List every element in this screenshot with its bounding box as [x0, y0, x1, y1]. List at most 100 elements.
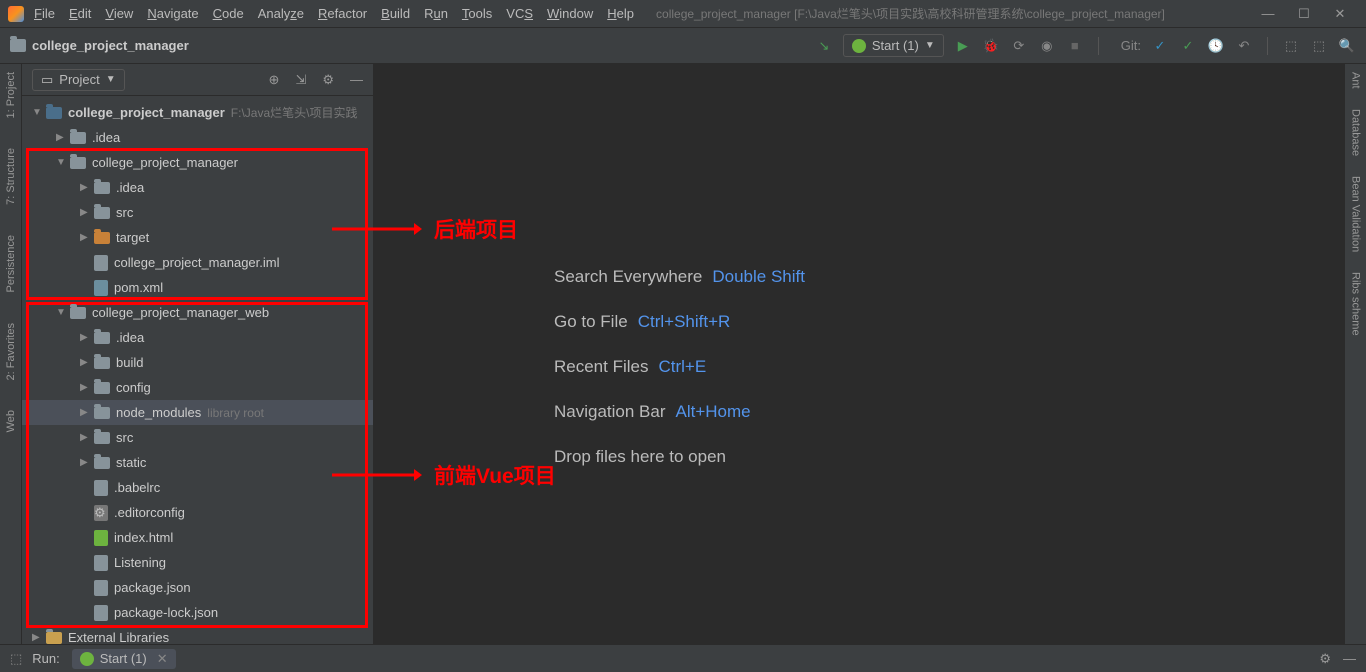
- hint-gotofile: Go to File: [554, 312, 628, 331]
- gutter-bean-validation[interactable]: Bean Validation: [1350, 176, 1362, 252]
- ide-settings-icon[interactable]: ⬚: [1282, 37, 1300, 55]
- close-tab-icon[interactable]: ✕: [157, 651, 168, 667]
- maximize-icon[interactable]: ☐: [1286, 6, 1322, 22]
- tree-build[interactable]: ▶build: [22, 350, 373, 375]
- tree-src2[interactable]: ▶src: [22, 425, 373, 450]
- tree-external-libs[interactable]: ▶External Libraries: [22, 625, 373, 644]
- gutter-database[interactable]: Database: [1350, 109, 1362, 156]
- hint-recent-key: Ctrl+E: [658, 357, 706, 376]
- hint-recent: Recent Files: [554, 357, 648, 376]
- run-play-icon[interactable]: ▶: [954, 37, 972, 55]
- annotation-arrow-frontend: 前端Vue项目: [332, 460, 556, 490]
- menu-analyze[interactable]: Analyze: [258, 6, 304, 21]
- tree-packagejson[interactable]: package.json: [22, 575, 373, 600]
- tree-babelrc[interactable]: .babelrc: [22, 475, 373, 500]
- tree-idea3[interactable]: ▶.idea: [22, 325, 373, 350]
- tree-editorconfig[interactable]: ⚙.editorconfig: [22, 500, 373, 525]
- menu-window[interactable]: Window: [547, 6, 593, 21]
- tree-packagelockjson[interactable]: package-lock.json: [22, 600, 373, 625]
- tree-config[interactable]: ▶config: [22, 375, 373, 400]
- gutter-ribs[interactable]: Ribs scheme: [1350, 272, 1362, 336]
- project-tree[interactable]: ▼ college_project_manager F:\Java烂笔头\项目实…: [22, 96, 373, 644]
- project-view-icon: ▭: [41, 72, 53, 88]
- run-tab-label: Start (1): [100, 651, 147, 666]
- gutter-favorites[interactable]: 2: Favorites: [5, 323, 17, 380]
- menu-build[interactable]: Build: [381, 6, 410, 21]
- annotation-arrow-backend: 后端项目: [332, 214, 518, 244]
- editor-area[interactable]: 后端项目 前端Vue项目 Search EverywhereDouble Shi…: [374, 64, 1344, 644]
- git-history-icon[interactable]: 🕓: [1207, 37, 1225, 55]
- tree-module-frontend[interactable]: ▼college_project_manager_web: [22, 300, 373, 325]
- hammer-build-icon[interactable]: ↘: [815, 37, 833, 55]
- app-logo-icon: [8, 6, 24, 22]
- close-icon[interactable]: ✕: [1322, 6, 1358, 22]
- tree-indexhtml[interactable]: index.html: [22, 525, 373, 550]
- menu-tools[interactable]: Tools: [462, 6, 492, 21]
- status-bar: ⬚ Run: Start (1) ✕ ⚙ —: [0, 644, 1366, 672]
- menu-vcs[interactable]: VCS: [506, 6, 533, 21]
- menu-run[interactable]: Run: [424, 6, 448, 21]
- gear-icon[interactable]: ⚙: [322, 72, 334, 88]
- tree-module-backend[interactable]: ▼college_project_manager: [22, 150, 373, 175]
- search-icon[interactable]: 🔍: [1338, 37, 1356, 55]
- locate-icon[interactable]: ⊕: [269, 72, 280, 88]
- run-config-label: Start (1): [872, 38, 919, 53]
- debug-bug-icon[interactable]: 🐞: [982, 37, 1000, 55]
- tree-nodemodules[interactable]: ▶node_moduleslibrary root: [22, 400, 373, 425]
- tree-src1[interactable]: ▶src: [22, 200, 373, 225]
- git-commit-icon[interactable]: ✓: [1179, 37, 1197, 55]
- git-revert-icon[interactable]: ↶: [1235, 37, 1253, 55]
- menu-navigate[interactable]: Navigate: [147, 6, 198, 21]
- tree-idea1[interactable]: ▶.idea: [22, 125, 373, 150]
- hide-panel-icon[interactable]: —: [1343, 651, 1356, 666]
- menu-help[interactable]: Help: [607, 6, 634, 21]
- tree-idea2[interactable]: ▶.idea: [22, 175, 373, 200]
- tree-listening[interactable]: Listening: [22, 550, 373, 575]
- hide-icon[interactable]: —: [350, 72, 363, 88]
- profiler-icon[interactable]: ◉: [1038, 37, 1056, 55]
- ide-structure-icon[interactable]: ⬚: [1310, 37, 1328, 55]
- gear-icon[interactable]: ⚙: [1319, 651, 1331, 667]
- gutter-ant[interactable]: Ant: [1350, 72, 1362, 89]
- annotation-label-backend: 后端项目: [434, 214, 518, 244]
- title-bar: File Edit View Navigate Code Analyze Ref…: [0, 0, 1366, 28]
- chevron-down-icon: ▼: [106, 74, 116, 85]
- tree-iml[interactable]: college_project_manager.iml: [22, 250, 373, 275]
- menu-code[interactable]: Code: [213, 6, 244, 21]
- menu-view[interactable]: View: [105, 6, 133, 21]
- spring-icon: [80, 652, 94, 666]
- run-tab[interactable]: Start (1) ✕: [72, 649, 176, 669]
- tree-target[interactable]: ▶target: [22, 225, 373, 250]
- run-configuration-dropdown[interactable]: Start (1) ▼: [843, 34, 944, 57]
- gutter-structure[interactable]: 7: Structure: [5, 148, 17, 205]
- project-sidebar: ▭ Project ▼ ⊕ ⇲ ⚙ — ▼ college_project_ma…: [22, 64, 374, 644]
- tree-pom[interactable]: pom.xml: [22, 275, 373, 300]
- chevron-down-icon: ▼: [925, 40, 935, 51]
- menu-edit[interactable]: Edit: [69, 6, 91, 21]
- project-view-dropdown[interactable]: ▭ Project ▼: [32, 69, 125, 91]
- minimize-icon[interactable]: —: [1250, 6, 1286, 22]
- tree-root[interactable]: ▼ college_project_manager F:\Java烂笔头\项目实…: [22, 100, 373, 125]
- gutter-web[interactable]: Web: [5, 410, 17, 432]
- vcs-label: Git:: [1121, 38, 1141, 53]
- expand-all-icon[interactable]: ⇲: [295, 72, 306, 88]
- tree-static[interactable]: ▶static: [22, 450, 373, 475]
- hint-drop: Drop files here to open: [554, 447, 726, 466]
- coverage-icon[interactable]: ⟳: [1010, 37, 1028, 55]
- annotation-label-frontend: 前端Vue项目: [434, 460, 556, 490]
- tool-window-button-icon[interactable]: ⬚: [10, 651, 22, 667]
- breadcrumb[interactable]: college_project_manager: [32, 38, 189, 53]
- hint-search-key: Double Shift: [712, 267, 805, 286]
- menu-refactor[interactable]: Refactor: [318, 6, 367, 21]
- hint-navbar: Navigation Bar: [554, 402, 666, 421]
- menu-file[interactable]: File: [34, 6, 55, 21]
- project-path: college_project_manager [F:\Java烂笔头\项目实践…: [656, 5, 1165, 22]
- project-view-label: Project: [59, 72, 99, 87]
- git-pull-icon[interactable]: ✓: [1151, 37, 1169, 55]
- gutter-persistence[interactable]: Persistence: [5, 235, 17, 292]
- spring-icon: [852, 39, 866, 53]
- right-tool-gutter: Ant Database Bean Validation Ribs scheme: [1344, 64, 1366, 644]
- stop-icon[interactable]: ■: [1066, 37, 1084, 55]
- gutter-project[interactable]: 1: Project: [5, 72, 17, 118]
- run-label: Run:: [32, 651, 59, 666]
